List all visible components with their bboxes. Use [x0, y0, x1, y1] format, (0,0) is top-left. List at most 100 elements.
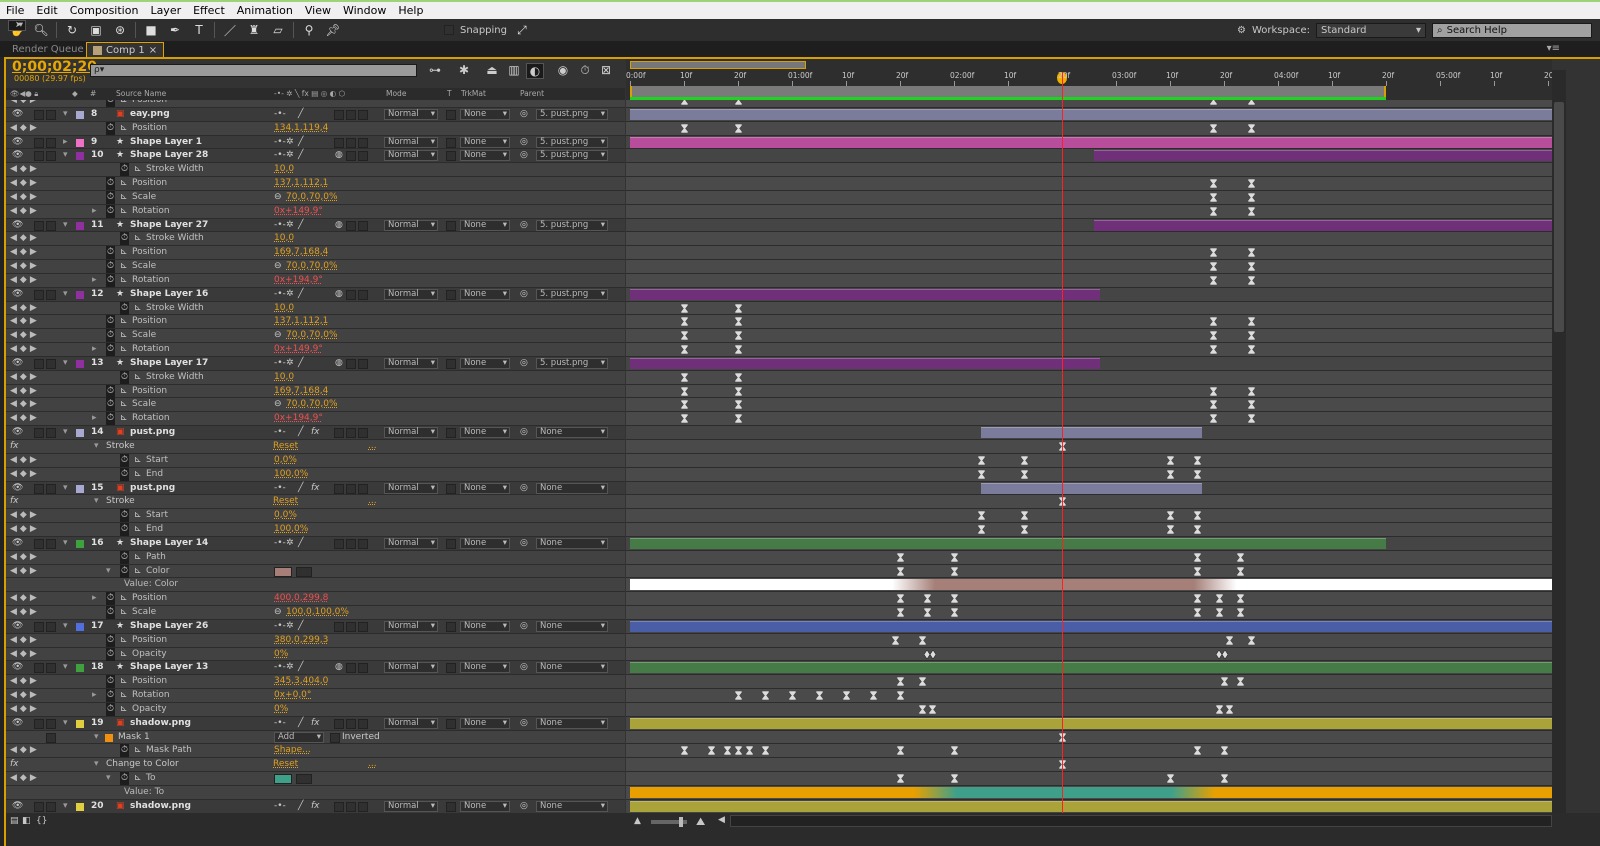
zoom-slider[interactable]	[651, 817, 687, 827]
keyframe-hold-icon[interactable]	[1247, 261, 1256, 272]
motion-blur-icon[interactable]: ◐	[526, 63, 544, 79]
work-area-bar[interactable]	[630, 86, 1386, 97]
property-value[interactable]: 70,0,70,0%	[286, 398, 338, 411]
quality-switch-icon[interactable]: ╱	[298, 482, 303, 495]
eye-icon[interactable]: 👁︎	[12, 800, 23, 813]
mask-name[interactable]: Mask 1	[118, 731, 150, 744]
keyframe-hold-icon[interactable]	[1193, 469, 1202, 479]
property-value[interactable]: 0x+149,9°	[274, 343, 323, 356]
keyframe-hold-icon[interactable]	[1247, 635, 1256, 645]
mode-dropdown[interactable]: Normal	[384, 288, 438, 300]
effect-options-link[interactable]: ...	[368, 495, 377, 508]
preserve-transparency-switch[interactable]	[446, 801, 456, 812]
keyframe-hold-icon[interactable]	[1209, 192, 1218, 203]
solo-switch[interactable]	[34, 220, 44, 231]
solo-switch[interactable]	[34, 289, 44, 300]
effect-reset-link[interactable]: Reset	[273, 758, 298, 771]
stopwatch-icon[interactable]: ⏱	[106, 100, 116, 107]
keyframe-hold-icon[interactable]	[1247, 414, 1256, 424]
mode-dropdown[interactable]: Normal	[384, 136, 438, 148]
current-timecode[interactable]: 0;00;02;20	[12, 59, 97, 75]
preserve-transparency-switch[interactable]	[446, 289, 456, 300]
keyframe-diamond-icon[interactable]	[1215, 649, 1228, 660]
stopwatch-icon[interactable]: ⏱	[106, 204, 116, 218]
layer-name[interactable]: shadow.png	[130, 717, 191, 730]
keyframe-navigator[interactable]: ◀◆▶	[10, 385, 40, 398]
layer-duration-bar[interactable]	[630, 537, 1386, 549]
collapse-switch-icon[interactable]: ✲	[286, 661, 294, 674]
stopwatch-icon[interactable]: ⏱	[106, 633, 116, 647]
lock-switch[interactable]	[46, 801, 56, 812]
keyframe-navigator[interactable]: ◀◆▶	[10, 523, 40, 536]
property-value[interactable]: 70,0,70,0%	[286, 329, 338, 342]
keyframe-hold-icon[interactable]	[977, 524, 986, 535]
lock-switch[interactable]	[46, 109, 56, 120]
stopwatch-icon[interactable]: ⏱	[120, 509, 130, 523]
stopwatch-icon[interactable]: ⏱	[106, 177, 116, 191]
stopwatch-icon[interactable]: ⏱	[106, 702, 116, 716]
eye-icon[interactable]: 👁︎	[12, 288, 23, 301]
trkmat-dropdown[interactable]: None	[460, 108, 510, 120]
motion-blur-switch[interactable]	[334, 428, 344, 439]
menu-file[interactable]: File	[6, 4, 24, 17]
eye-icon[interactable]: 👁︎	[12, 661, 23, 674]
scroll-left-icon[interactable]: ◀	[718, 815, 725, 825]
effect-options-link[interactable]: ...	[368, 758, 377, 771]
property-value[interactable]: 10,0	[274, 232, 294, 245]
property-value[interactable]: 380,0,299,3	[274, 634, 328, 647]
lock-switch[interactable]	[46, 220, 56, 231]
keyframe-hold-icon[interactable]	[896, 593, 905, 604]
mode-dropdown[interactable]: Normal	[384, 150, 438, 162]
3d-switch[interactable]	[358, 220, 368, 231]
keyframe-hold-icon[interactable]	[1209, 123, 1218, 133]
motion-blur-switch[interactable]	[334, 801, 344, 812]
trkmat-dropdown[interactable]: None	[460, 357, 510, 369]
solo-switch[interactable]	[34, 137, 44, 148]
pick-whip-icon[interactable]: ◎	[520, 288, 528, 301]
twirl-closed-icon[interactable]: ▸	[92, 412, 97, 425]
keyframe-hold-icon[interactable]	[815, 690, 824, 701]
constrain-proportions-icon[interactable]: ⊖	[274, 260, 282, 273]
mode-dropdown[interactable]: Normal	[384, 537, 438, 549]
search-help-input[interactable]: ⌕ Search Help	[1432, 22, 1592, 38]
eye-icon[interactable]: 👁︎	[12, 482, 23, 495]
keyframe-navigator[interactable]: ◀◆▶	[10, 592, 40, 605]
horizontal-scrollbar[interactable]	[730, 815, 1552, 827]
property-value[interactable]: 137,1,112,1	[274, 177, 328, 190]
3d-switch[interactable]	[358, 718, 368, 729]
keyframe-hold-icon[interactable]	[1193, 593, 1202, 604]
keyframe-hold-icon[interactable]	[1247, 100, 1256, 106]
eye-icon[interactable]: 👁︎	[12, 717, 23, 730]
preserve-transparency-switch[interactable]	[446, 538, 456, 549]
fx-icon[interactable]: fx	[10, 495, 19, 508]
keyframe-hold-icon[interactable]	[977, 469, 986, 479]
keyframe-hold-icon[interactable]	[680, 400, 689, 410]
stopwatch-icon[interactable]: ⏱	[120, 232, 130, 246]
stopwatch-icon[interactable]: ⏱	[120, 564, 130, 578]
keyframe-navigator[interactable]: ◀◆▶	[10, 606, 40, 619]
mode-dropdown[interactable]: Normal	[384, 108, 438, 120]
stopwatch-icon[interactable]: ⏱	[120, 550, 130, 564]
twirl-open-icon[interactable]: ▾	[63, 357, 68, 370]
keyframe-hold-icon[interactable]	[918, 704, 926, 715]
keyframe-hold-icon[interactable]	[896, 566, 905, 576]
stopwatch-icon[interactable]: ⏱	[120, 772, 130, 786]
keyframe-hold-icon[interactable]	[1020, 510, 1029, 521]
keyframe-navigator[interactable]: ◀◆▶	[10, 163, 40, 176]
adjustment-switch[interactable]	[346, 663, 356, 674]
toggle-layer-switches-icon[interactable]: ▤	[10, 816, 19, 826]
keyframe-navigator[interactable]: ◀◆▶	[10, 744, 40, 757]
keyframe-hold-icon[interactable]	[1193, 552, 1202, 562]
effect-options-link[interactable]: ...	[368, 440, 377, 453]
keyframe-hold-icon[interactable]	[1247, 247, 1256, 258]
keyframe-hold-icon[interactable]	[1247, 317, 1256, 327]
stopwatch-icon[interactable]: ⏱	[106, 592, 116, 606]
keyframe-hold-icon[interactable]	[950, 746, 959, 756]
layer-name[interactable]: pust.png	[130, 482, 175, 495]
motion-blur-switch-icon[interactable]: ◍	[335, 219, 343, 232]
label-color-swatch[interactable]	[76, 484, 84, 493]
twirl-closed-icon[interactable]: ▸	[92, 343, 97, 356]
pan-behind-tool-icon[interactable]: ⊛	[111, 21, 129, 39]
menu-edit[interactable]: Edit	[36, 4, 57, 17]
keyframe-hold-icon[interactable]	[1020, 455, 1029, 466]
